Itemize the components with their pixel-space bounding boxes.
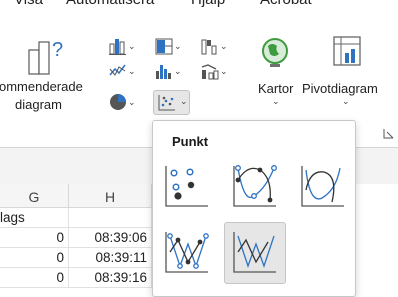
menu-acrobat[interactable]: Acrobat bbox=[260, 0, 312, 8]
scatter-chart-button[interactable]: ⌄ bbox=[153, 90, 190, 115]
scatter-straight-option[interactable] bbox=[224, 222, 286, 284]
recommended-charts-label-2: diagram bbox=[15, 97, 62, 112]
pie-chart-icon bbox=[110, 94, 126, 110]
chevron-down-icon: ⌄ bbox=[272, 96, 280, 106]
pie-chart-button[interactable]: ⌄ bbox=[108, 92, 136, 114]
maps-button[interactable] bbox=[258, 36, 294, 74]
scatter-smooth-lines-icon bbox=[301, 166, 344, 207]
scatter-chart-icon bbox=[158, 95, 175, 111]
cell-g-3[interactable]: 0 bbox=[0, 268, 69, 288]
pivot-chart-icon bbox=[333, 36, 361, 66]
dropdown-section-title: Punkt bbox=[172, 134, 209, 149]
cell-g-2[interactable]: 0 bbox=[0, 248, 69, 268]
scatter-option[interactable] bbox=[156, 156, 218, 218]
scatter-markers-icon bbox=[165, 166, 208, 207]
column-chart-icon bbox=[109, 39, 126, 55]
statistic-chart-button[interactable]: ⌄ bbox=[154, 61, 182, 83]
chevron-down-icon: ⌄ bbox=[128, 97, 136, 107]
combo-chart-button[interactable]: ⌄ bbox=[200, 61, 228, 83]
scatter-straight-lines-icon bbox=[233, 232, 276, 273]
chevron-down-icon: ⌄ bbox=[220, 66, 228, 76]
chevron-down-icon: ⌄ bbox=[174, 66, 182, 76]
cell-h-2[interactable]: 08:39:11 bbox=[69, 248, 152, 268]
dialog-launcher-icon bbox=[383, 129, 394, 139]
hierarchy-chart-icon bbox=[155, 38, 173, 55]
menu-automatisera[interactable]: Automatisera bbox=[66, 0, 154, 8]
line-chart-icon bbox=[109, 64, 126, 76]
line-chart-button[interactable]: ⌄ bbox=[108, 61, 136, 83]
recommended-charts-button[interactable]: ? bbox=[27, 38, 67, 78]
combo-chart-icon bbox=[201, 64, 219, 80]
maps-label: Kartor bbox=[258, 81, 294, 96]
cell-h-label[interactable] bbox=[69, 208, 152, 228]
chevron-down-icon: ⌄ bbox=[128, 41, 136, 51]
cell-h-1[interactable]: 08:39:06 bbox=[69, 228, 152, 248]
dialog-launcher-button[interactable] bbox=[383, 127, 395, 139]
scatter-smooth-option[interactable] bbox=[292, 156, 354, 218]
waterfall-chart-button[interactable]: ⌄ bbox=[200, 36, 228, 58]
waterfall-chart-icon bbox=[201, 39, 217, 55]
recommended-charts-icon: ? bbox=[28, 39, 63, 75]
chevron-down-icon: ⌄ bbox=[128, 66, 136, 76]
hierarchy-chart-button[interactable]: ⌄ bbox=[154, 36, 182, 58]
scatter-straight-lines-markers-icon bbox=[165, 232, 209, 273]
cell-g-label[interactable]: lags bbox=[0, 208, 69, 228]
cell-g-1[interactable]: 0 bbox=[0, 228, 69, 248]
column-header-h[interactable]: H bbox=[69, 184, 152, 208]
chevron-down-icon: ⌄ bbox=[180, 96, 188, 106]
svg-text:?: ? bbox=[52, 39, 63, 61]
pivot-chart-button[interactable] bbox=[332, 35, 366, 73]
scatter-smooth-markers-option[interactable] bbox=[224, 156, 286, 218]
column-header-g[interactable]: G bbox=[0, 184, 69, 208]
column-chart-button[interactable]: ⌄ bbox=[108, 36, 136, 58]
globe-icon bbox=[262, 38, 288, 67]
chevron-down-icon: ⌄ bbox=[174, 41, 182, 51]
menu-bar: Visa Automatisera Hjälp Acrobat bbox=[0, 0, 398, 20]
recommended-charts-label-1: ommenderade bbox=[0, 79, 83, 94]
scatter-chart-dropdown: Punkt bbox=[152, 120, 356, 297]
cell-h-3[interactable]: 08:39:16 bbox=[69, 268, 152, 288]
chevron-down-icon: ⌄ bbox=[220, 41, 228, 51]
pivot-chart-label: Pivotdiagram bbox=[302, 81, 378, 96]
menu-hjalp[interactable]: Hjälp bbox=[191, 0, 225, 8]
statistic-chart-icon bbox=[156, 65, 171, 79]
chevron-down-icon: ⌄ bbox=[342, 96, 350, 106]
scatter-smooth-lines-markers-icon bbox=[233, 165, 277, 207]
scatter-straight-markers-option[interactable] bbox=[156, 222, 218, 284]
menu-visa[interactable]: Visa bbox=[14, 0, 43, 8]
